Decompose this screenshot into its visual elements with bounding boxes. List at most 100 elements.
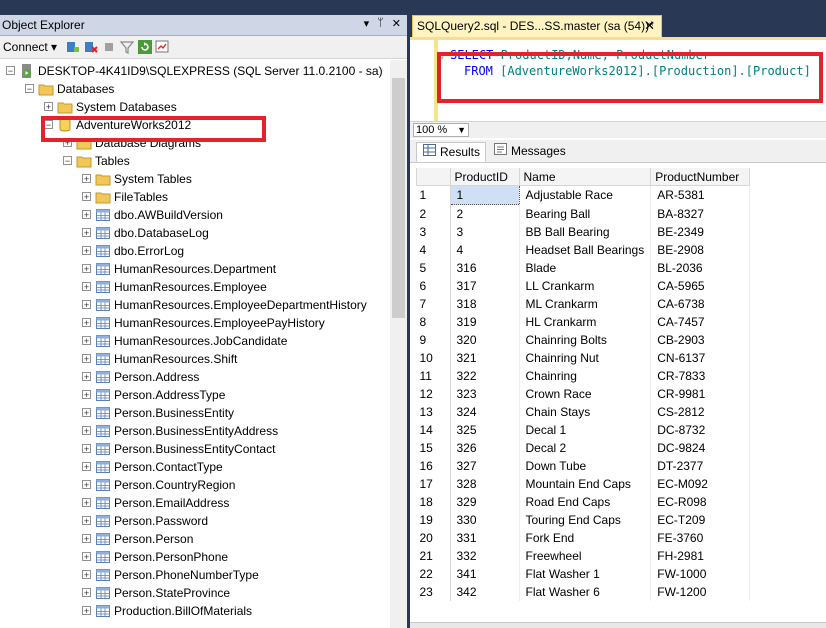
- table-cell[interactable]: FH-2981: [650, 547, 751, 565]
- zoom-select[interactable]: 100 % ▼: [413, 123, 469, 137]
- table-cell[interactable]: Decal 2: [519, 439, 652, 457]
- table-cell[interactable]: Chain Stays: [519, 403, 652, 421]
- table-cell[interactable]: Flat Washer 1: [519, 565, 652, 583]
- table-cell[interactable]: DC-8732: [650, 421, 751, 439]
- tab-messages[interactable]: Messages: [488, 142, 568, 162]
- expand-icon[interactable]: +: [82, 498, 91, 508]
- expand-icon[interactable]: +: [82, 480, 91, 490]
- table-cell[interactable]: EC-R098: [650, 493, 751, 511]
- results-grid[interactable]: ProductID Name ProductNumber 1 1 Adjustable …: [416, 168, 826, 628]
- column-header[interactable]: Name: [518, 168, 652, 186]
- table-cell[interactable]: Down Tube: [519, 457, 652, 475]
- expand-icon[interactable]: +: [82, 552, 91, 562]
- row-number[interactable]: 15: [416, 439, 451, 457]
- row-number[interactable]: 8: [416, 313, 451, 331]
- expand-icon[interactable]: +: [82, 228, 91, 238]
- column-header[interactable]: ProductNumber: [650, 168, 751, 186]
- expand-icon[interactable]: +: [82, 210, 91, 220]
- table-cell[interactable]: FE-3760: [650, 529, 751, 547]
- close-tab-icon[interactable]: ✕: [644, 18, 655, 34]
- row-number[interactable]: 13: [416, 403, 451, 421]
- table-cell[interactable]: Adjustable Race: [519, 185, 652, 205]
- table-row[interactable]: 2 2 Bearing Ball BA-8327: [416, 204, 751, 223]
- table-cell[interactable]: 342: [450, 583, 520, 601]
- table-cell[interactable]: Crown Race: [519, 385, 652, 403]
- expand-icon[interactable]: +: [82, 534, 91, 544]
- table-row[interactable]: 14 325 Decal 1 DC-8732: [416, 421, 751, 439]
- row-number[interactable]: 23: [416, 583, 451, 601]
- row-number[interactable]: 7: [416, 295, 451, 313]
- table-cell[interactable]: ML Crankarm: [519, 295, 652, 313]
- table-cell[interactable]: 328: [450, 475, 520, 493]
- table-cell[interactable]: 332: [450, 547, 520, 565]
- table-cell[interactable]: DT-2377: [650, 457, 751, 475]
- expand-icon[interactable]: +: [82, 246, 91, 256]
- table-cell[interactable]: EC-T209: [650, 511, 751, 529]
- row-number[interactable]: 14: [416, 421, 451, 439]
- table-cell[interactable]: Touring End Caps: [519, 511, 652, 529]
- expand-icon[interactable]: +: [82, 426, 91, 436]
- table-cell[interactable]: CA-7457: [650, 313, 751, 331]
- expand-icon[interactable]: +: [82, 570, 91, 580]
- pin-icon[interactable]: ᛘ: [377, 17, 384, 30]
- table-row[interactable]: 10 321 Chainring Nut CN-6137: [416, 349, 751, 367]
- table-row[interactable]: 12 323 Crown Race CR-9981: [416, 385, 751, 403]
- row-number[interactable]: 17: [416, 475, 451, 493]
- table-cell[interactable]: 321: [450, 349, 520, 367]
- table-cell[interactable]: CA-6738: [650, 295, 751, 313]
- row-number[interactable]: 2: [416, 204, 451, 223]
- row-number[interactable]: 10: [416, 349, 451, 367]
- table-cell[interactable]: Chainring Nut: [519, 349, 652, 367]
- row-number[interactable]: 12: [416, 385, 451, 403]
- table-cell[interactable]: AR-5381: [650, 185, 751, 205]
- table-cell[interactable]: BA-8327: [650, 204, 751, 223]
- expand-icon[interactable]: +: [82, 282, 91, 292]
- row-number[interactable]: 11: [416, 367, 451, 385]
- connect-icon[interactable]: [65, 39, 81, 55]
- table-cell[interactable]: LL Crankarm: [519, 277, 652, 295]
- scrollbar-thumb[interactable]: [392, 78, 405, 318]
- table-cell[interactable]: 329: [450, 493, 520, 511]
- row-number[interactable]: 19: [416, 511, 451, 529]
- table-cell[interactable]: BE-2349: [650, 223, 751, 241]
- table-cell[interactable]: 316: [450, 259, 520, 277]
- table-row[interactable]: 1 1 Adjustable Race AR-5381: [416, 185, 751, 205]
- query-document-tab[interactable]: SQLQuery2.sql - DES...SS.master (sa (54)…: [412, 15, 662, 37]
- row-number[interactable]: 5: [416, 259, 451, 277]
- table-cell[interactable]: Flat Washer 6: [519, 583, 652, 601]
- row-number[interactable]: 4: [416, 241, 451, 259]
- table-cell[interactable]: 3: [450, 223, 520, 241]
- table-row[interactable]: 21 332 Freewheel FH-2981: [416, 547, 751, 565]
- table-cell[interactable]: 330: [450, 511, 520, 529]
- expand-icon[interactable]: +: [44, 102, 53, 112]
- expand-icon[interactable]: +: [82, 462, 91, 472]
- collapse-icon[interactable]: −: [63, 156, 72, 166]
- tab-results[interactable]: Results: [416, 142, 486, 162]
- row-number[interactable]: 20: [416, 529, 451, 547]
- collapse-icon[interactable]: −: [6, 66, 15, 76]
- table-cell[interactable]: CB-2903: [650, 331, 751, 349]
- table-row[interactable]: 18 329 Road End Caps EC-R098: [416, 493, 751, 511]
- row-number[interactable]: 22: [416, 565, 451, 583]
- table-cell[interactable]: Headset Ball Bearings: [519, 241, 652, 259]
- expand-icon[interactable]: +: [82, 444, 91, 454]
- table-cell[interactable]: FW-1000: [650, 565, 751, 583]
- table-row[interactable]: 9 320 Chainring Bolts CB-2903: [416, 331, 751, 349]
- table-row[interactable]: 4 4 Headset Ball Bearings BE-2908: [416, 241, 751, 259]
- table-row[interactable]: 8 319 HL Crankarm CA-7457: [416, 313, 751, 331]
- table-cell[interactable]: CA-5965: [650, 277, 751, 295]
- close-icon[interactable]: ✕: [392, 17, 401, 30]
- table-cell[interactable]: Fork End: [519, 529, 652, 547]
- table-cell[interactable]: CR-7833: [650, 367, 751, 385]
- row-number[interactable]: 18: [416, 493, 451, 511]
- table-row[interactable]: 13 324 Chain Stays CS-2812: [416, 403, 751, 421]
- table-cell[interactable]: HL Crankarm: [519, 313, 652, 331]
- row-number[interactable]: 3: [416, 223, 451, 241]
- tree-scrollbar[interactable]: [390, 60, 407, 628]
- table-cell[interactable]: CS-2812: [650, 403, 751, 421]
- expand-icon[interactable]: +: [82, 192, 91, 202]
- table-row[interactable]: 6 317 LL Crankarm CA-5965: [416, 277, 751, 295]
- table-cell[interactable]: Bearing Ball: [519, 204, 652, 223]
- collapse-icon[interactable]: −: [25, 84, 34, 94]
- table-cell[interactable]: 322: [450, 367, 520, 385]
